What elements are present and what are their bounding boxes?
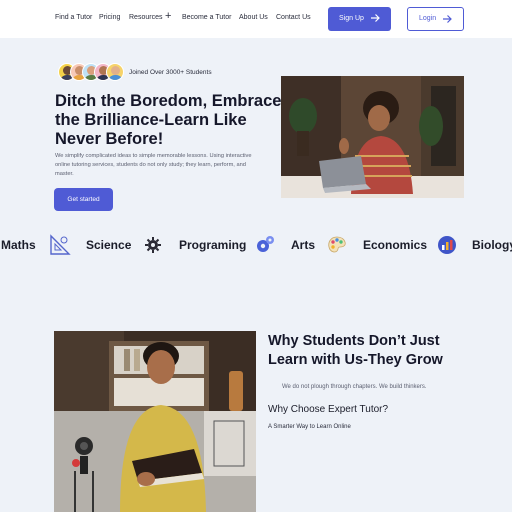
login-button[interactable]: Login	[407, 7, 464, 31]
signup-label: Sign Up	[339, 15, 364, 22]
gear-icon	[145, 237, 161, 253]
subject-biology[interactable]: Biology	[472, 238, 512, 252]
joined-students-text: Joined Over 3000+ Students	[129, 69, 212, 76]
subject-science[interactable]: Science	[86, 238, 131, 252]
nav-about-us[interactable]: About Us	[239, 14, 268, 21]
nav-resources[interactable]: Resources	[129, 14, 162, 21]
hero-title: Ditch the Boredom, Embrace the Brillianc…	[55, 92, 282, 148]
subject-programing[interactable]: Programing	[179, 238, 246, 252]
get-started-button[interactable]: Get started	[54, 188, 113, 211]
why-choose-heading: Why Choose Expert Tutor?	[268, 404, 389, 415]
nav-contact-us[interactable]: Contact Us	[276, 14, 311, 21]
student-reading-photo	[54, 331, 256, 512]
arrow-right-icon	[371, 14, 380, 22]
login-label: Login	[419, 15, 437, 22]
why-students-title: Why Students Don’t Just Learn with Us-Th…	[268, 333, 443, 368]
avatar	[106, 63, 124, 81]
smarter-way-text: A Smarter Way to Learn Online	[268, 424, 351, 430]
geometry-tools-icon	[50, 234, 71, 255]
hero-student-photo	[281, 76, 464, 198]
top-navbar: Find a Tutor Pricing Resources + Become …	[0, 0, 512, 38]
palette-icon	[328, 236, 346, 253]
bar-chart-icon	[438, 236, 456, 254]
subject-maths[interactable]: Maths	[1, 238, 36, 252]
subject-arts[interactable]: Arts	[291, 238, 315, 252]
why-subtitle: We do not plough through chapters. We bu…	[282, 384, 427, 390]
nav-find-tutor[interactable]: Find a Tutor	[55, 14, 92, 21]
plus-icon[interactable]: +	[165, 11, 171, 22]
student-avatars	[58, 63, 128, 83]
nav-pricing[interactable]: Pricing	[99, 14, 120, 21]
arrow-right-icon	[443, 15, 452, 23]
hero-description: We simplify complicated ideas to simple …	[55, 153, 252, 177]
subject-economics[interactable]: Economics	[363, 238, 427, 252]
signup-button[interactable]: Sign Up	[328, 7, 391, 31]
nav-become-tutor[interactable]: Become a Tutor	[182, 14, 231, 21]
code-gears-icon	[257, 236, 274, 252]
